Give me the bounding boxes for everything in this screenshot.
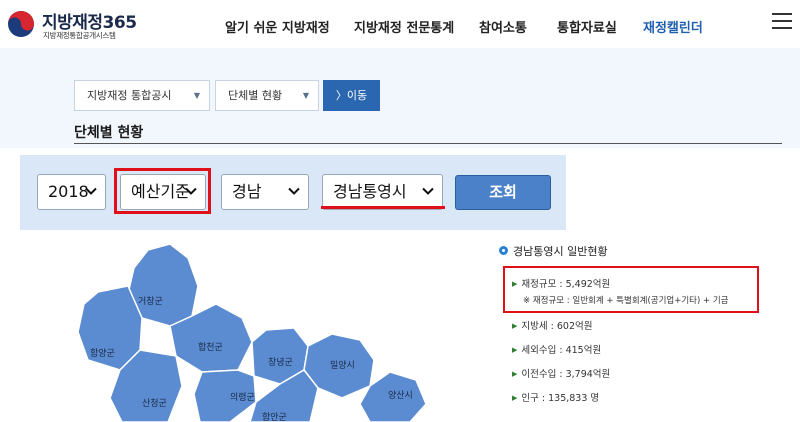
breadcrumb-level1-label: 지방재정 통합공시 — [87, 89, 172, 102]
population-text: 인구 : 135,833 명 — [521, 393, 600, 404]
triangle-right-icon: ▶ — [512, 346, 518, 354]
taegeuk-emblem-icon — [8, 11, 34, 37]
info-transfer: ▶ 이전수입 : 3,794억원 — [512, 366, 610, 380]
caret-down-icon: ▼ — [302, 91, 309, 100]
logo-subtitle: 지방재정통합공개시스템 — [43, 31, 116, 40]
transfer-text: 이전수입 : 3,794억원 — [521, 369, 611, 380]
site-header: 지방재정365 지방재정통합공개시스템 알기 쉬운 지방재정 지방재정 전문통계… — [0, 0, 800, 48]
go-button[interactable]: 〉이동 — [323, 80, 380, 111]
page-title: 단체별 현황 — [74, 125, 144, 141]
breadcrumb-level2-label: 단체별 현황 — [228, 89, 283, 102]
fiscal-scale-text: 재정규모 : 5,492억원 — [521, 279, 611, 290]
region-select[interactable]: 경남 — [221, 174, 309, 210]
region-map: 거창군 함양군 합천군 창녕군 밀양시 양산시 산청군 의령군 함안군 — [77, 243, 427, 422]
nav-archive[interactable]: 통합자료실 — [557, 17, 617, 36]
map-label-changnyeong: 창녕군 — [268, 357, 293, 368]
info-title: 경남통영시 일반현황 — [513, 245, 608, 258]
map-label-yangsan: 양산시 — [388, 390, 413, 401]
triangle-right-icon: ▶ — [512, 280, 518, 288]
triangle-right-icon: ▶ — [512, 394, 518, 402]
municipality-select[interactable]: 경남통영시 — [322, 174, 443, 210]
year-select[interactable]: 2018 — [37, 174, 106, 210]
triangle-right-icon: ▶ — [512, 370, 518, 378]
basis-value: 예산기준 — [131, 182, 190, 201]
chevron-down-icon — [422, 187, 434, 195]
info-population: ▶ 인구 : 135,833 명 — [512, 390, 599, 404]
triangle-right-icon: ▶ — [512, 322, 518, 330]
map-label-uiryeong: 의령군 — [230, 391, 255, 403]
nav-participation[interactable]: 참여소통 — [479, 17, 527, 36]
non-tax-text: 세외수입 : 415억원 — [521, 345, 602, 356]
site-logo[interactable]: 지방재정365 지방재정통합공개시스템 — [6, 6, 156, 42]
nav-expert-statistics[interactable]: 지방재정 전문통계 — [354, 17, 454, 36]
info-fiscal-scale: ▶ 재정규모 : 5,492억원 — [512, 276, 610, 290]
map-label-haman: 함안군 — [262, 412, 287, 422]
map-label-hamyang: 함양군 — [90, 348, 115, 359]
map-label-geochang: 거창군 — [138, 296, 163, 307]
info-non-tax: ▶ 세외수입 : 415억원 — [512, 342, 601, 356]
local-tax-text: 지방세 : 602억원 — [521, 321, 593, 332]
municipality-value: 경남통영시 — [333, 182, 407, 201]
info-fiscal-note: ※ 재정규모 : 일반회계 + 특별회계(공기업+기타) + 기금 — [523, 296, 729, 306]
breadcrumb-select-level2[interactable]: 단체별 현황 ▼ — [215, 80, 319, 111]
chevron-down-icon — [288, 187, 300, 195]
region-value: 경남 — [232, 182, 262, 201]
caret-down-icon: ▼ — [193, 91, 200, 100]
bullet-circle-icon — [499, 246, 508, 255]
chevron-down-icon — [85, 187, 97, 195]
breadcrumb-select-level1[interactable]: 지방재정 통합공시 ▼ — [74, 80, 210, 111]
nav-easy-finance[interactable]: 알기 쉬운 지방재정 — [225, 17, 330, 36]
year-value: 2018 — [48, 182, 89, 201]
info-local-tax: ▶ 지방세 : 602억원 — [512, 318, 592, 332]
map-label-hapcheon: 합천군 — [198, 342, 223, 353]
basis-select[interactable]: 예산기준 — [120, 174, 206, 210]
title-divider — [74, 143, 782, 144]
nav-finance-calendar[interactable]: 재정캘린더 — [643, 17, 703, 36]
search-button[interactable]: 조회 — [455, 175, 551, 210]
menu-icon[interactable] — [772, 13, 792, 31]
map-label-miryang: 밀양시 — [330, 359, 355, 371]
chevron-down-icon — [185, 187, 197, 195]
map-label-sancheong: 산청군 — [142, 398, 167, 409]
